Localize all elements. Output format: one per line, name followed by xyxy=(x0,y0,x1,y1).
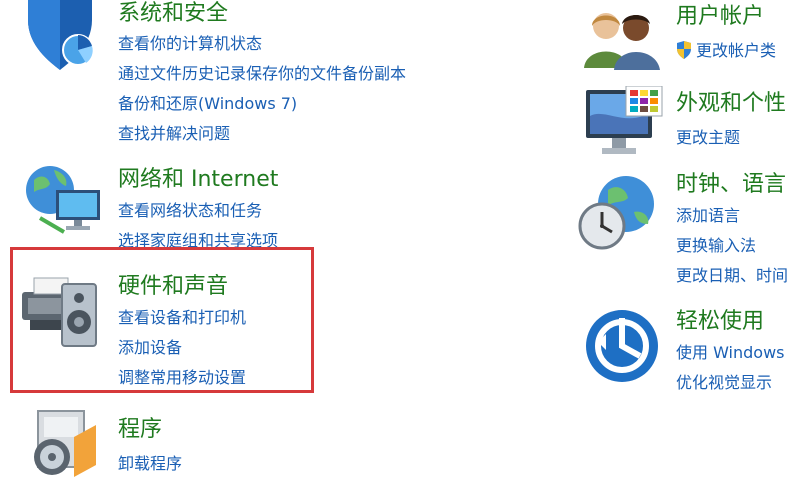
link-troubleshoot[interactable]: 查找并解决问题 xyxy=(118,124,230,144)
link-change-input-method[interactable]: 更换输入法 xyxy=(676,236,756,256)
link-file-history-backup[interactable]: 通过文件历史记录保存你的文件备份副本 xyxy=(118,64,406,84)
link-change-theme[interactable]: 更改主题 xyxy=(676,128,740,148)
link-change-date-time[interactable]: 更改日期、时间 xyxy=(676,266,788,286)
category-title-user-accounts[interactable]: 用户帐户 xyxy=(676,4,764,30)
link-network-status[interactable]: 查看网络状态和任务 xyxy=(118,201,262,221)
category-title-programs[interactable]: 程序 xyxy=(118,417,162,443)
link-uninstall-program[interactable]: 卸载程序 xyxy=(118,454,182,474)
link-change-account-type[interactable]: 更改帐户类 xyxy=(676,41,776,61)
link-optimize-visual-display[interactable]: 优化视觉显示 xyxy=(676,373,772,393)
category-title-appearance[interactable]: 外观和个性 xyxy=(676,91,786,117)
category-title-network[interactable]: 网络和 Internet xyxy=(118,167,278,193)
highlight-box xyxy=(10,247,314,393)
category-title-ease-of-access[interactable]: 轻松使用 xyxy=(676,309,764,335)
uac-shield-icon xyxy=(677,41,691,59)
link-change-account-type-label: 更改帐户类 xyxy=(696,41,777,60)
link-use-windows-suggestions[interactable]: 使用 Windows xyxy=(676,343,785,363)
category-title-clock-language[interactable]: 时钟、语言 xyxy=(676,172,786,198)
control-panel-category-view: 系统和安全 查看你的计算机状态 通过文件历史记录保存你的文件备份副本 备份和还原… xyxy=(0,0,800,484)
link-view-computer-status[interactable]: 查看你的计算机状态 xyxy=(118,34,262,54)
programs-icon[interactable] xyxy=(30,405,102,484)
network-globe-icon[interactable] xyxy=(20,160,104,244)
category-title-system-security[interactable]: 系统和安全 xyxy=(118,1,228,27)
user-accounts-icon[interactable] xyxy=(582,6,662,70)
shield-icon[interactable] xyxy=(20,0,100,72)
clock-globe-icon[interactable] xyxy=(578,170,662,254)
ease-of-access-icon[interactable] xyxy=(584,308,660,384)
link-add-language[interactable]: 添加语言 xyxy=(676,206,740,226)
appearance-monitor-icon[interactable] xyxy=(584,86,664,160)
link-backup-restore[interactable]: 备份和还原(Windows 7) xyxy=(118,94,297,114)
